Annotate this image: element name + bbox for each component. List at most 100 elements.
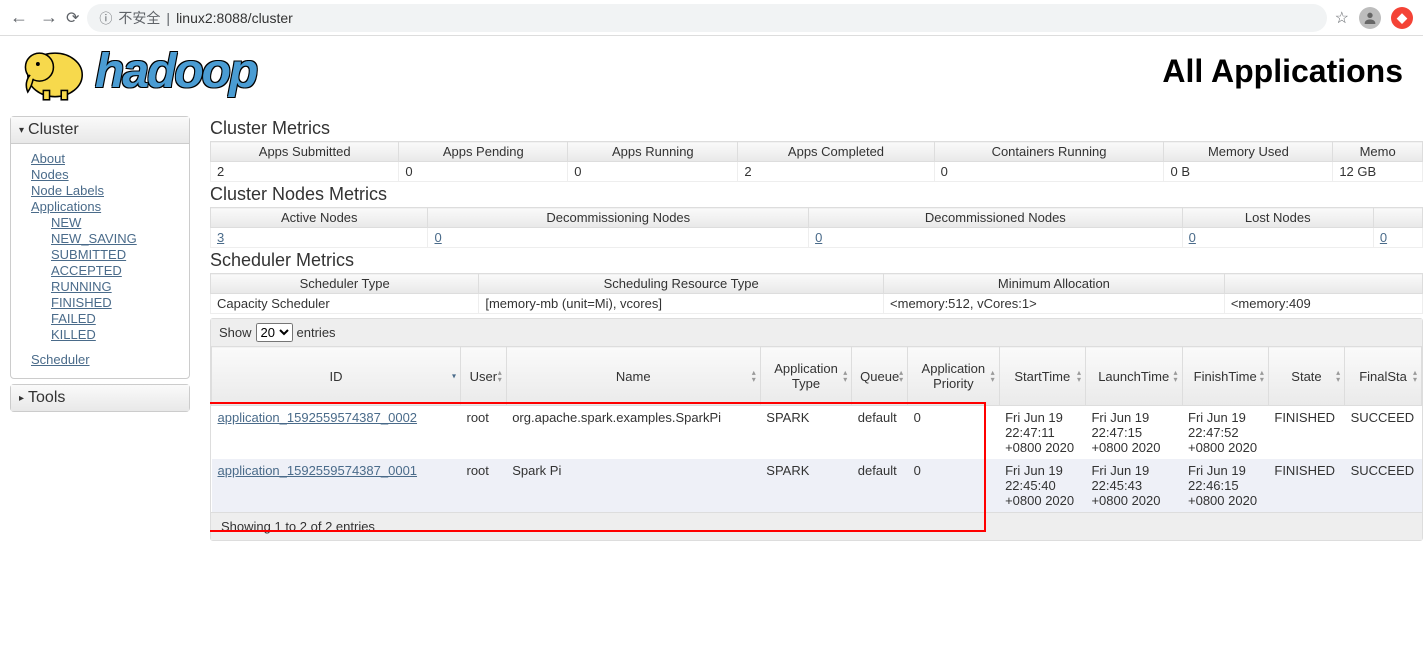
nav-applications[interactable]: Applications <box>31 199 179 214</box>
column-header[interactable]: StartTime▴▾ <box>999 347 1085 406</box>
page-header: hadoop All Applications <box>0 36 1423 111</box>
page-size-select[interactable]: 20 <box>256 323 293 342</box>
metrics-header: Apps Pending <box>399 142 568 162</box>
column-header[interactable]: Application Type▴▾ <box>760 347 851 406</box>
url-bar[interactable]: ⓘ 不安全 | linux2:8088/cluster <box>87 4 1326 32</box>
nav-killed[interactable]: KILLED <box>51 327 179 342</box>
applications-table: ID▾User▴▾Name▴▾Application Type▴▾Queue▴▾… <box>211 346 1422 512</box>
column-header[interactable]: User▴▾ <box>460 347 506 406</box>
profile-icon[interactable] <box>1359 7 1381 29</box>
url-separator: | <box>166 10 170 26</box>
table-cell: org.apache.spark.examples.SparkPi <box>506 406 760 460</box>
table-cell: default <box>852 459 908 512</box>
nodes-metrics-heading: Cluster Nodes Metrics <box>210 184 1423 205</box>
sort-icon: ▴▾ <box>899 369 903 383</box>
column-header[interactable]: Name▴▾ <box>506 347 760 406</box>
nav-node-labels[interactable]: Node Labels <box>31 183 179 198</box>
column-header[interactable]: Application Priority▴▾ <box>908 347 999 406</box>
sidebar: Cluster About Nodes Node Labels Applicat… <box>10 116 190 541</box>
nav-accepted[interactable]: ACCEPTED <box>51 263 179 278</box>
metrics-header: Minimum Allocation <box>884 274 1225 294</box>
metrics-header: Apps Submitted <box>211 142 399 162</box>
nav-new[interactable]: NEW <box>51 215 179 230</box>
metrics-cell: 0 <box>809 228 1183 248</box>
table-cell: 0 <box>908 406 999 460</box>
forward-button[interactable]: → <box>40 7 58 28</box>
table-cell: Fri Jun 19 22:46:15 +0800 2020 <box>1182 459 1268 512</box>
extension-icon[interactable]: ◆ <box>1391 7 1413 29</box>
metrics-cell: 12 GB <box>1333 162 1423 182</box>
entries-label: entries <box>297 325 336 340</box>
sort-icon: ▴▾ <box>1413 369 1417 383</box>
sort-icon: ▴▾ <box>991 369 995 383</box>
table-cell: SUCCEED <box>1345 406 1422 460</box>
metrics-cell: 2 <box>211 162 399 182</box>
sort-icon: ▴▾ <box>843 369 847 383</box>
table-cell: Fri Jun 19 22:45:43 +0800 2020 <box>1085 459 1182 512</box>
table-cell: application_1592559574387_0001 <box>212 459 461 512</box>
nav-failed[interactable]: FAILED <box>51 311 179 326</box>
table-cell: Fri Jun 19 22:47:52 +0800 2020 <box>1182 406 1268 460</box>
nav-finished[interactable]: FINISHED <box>51 295 179 310</box>
scheduler-metrics-heading: Scheduler Metrics <box>210 250 1423 271</box>
sort-icon: ▴▾ <box>1260 369 1264 383</box>
sort-icon: ▴▾ <box>1077 369 1081 383</box>
table-cell: root <box>460 459 506 512</box>
metrics-cell: 0 B <box>1164 162 1333 182</box>
nav-new-saving[interactable]: NEW_SAVING <box>51 231 179 246</box>
metrics-cell: Capacity Scheduler <box>211 294 479 314</box>
column-header[interactable]: FinishTime▴▾ <box>1182 347 1268 406</box>
metrics-link[interactable]: 0 <box>1380 230 1387 245</box>
table-cell: default <box>852 406 908 460</box>
metrics-link[interactable]: 3 <box>217 230 224 245</box>
insecure-label: 不安全 <box>118 8 160 28</box>
cluster-panel-header[interactable]: Cluster <box>11 117 189 144</box>
table-cell: SPARK <box>760 459 851 512</box>
show-label: Show <box>219 325 252 340</box>
table-cell: Fri Jun 19 22:47:15 +0800 2020 <box>1085 406 1182 460</box>
browser-chrome: ← → ⟳ ⓘ 不安全 | linux2:8088/cluster ☆ ◆ <box>0 0 1423 36</box>
elephant-icon <box>15 36 95 106</box>
metrics-header <box>1224 274 1422 294</box>
metrics-link[interactable]: 0 <box>815 230 822 245</box>
table-cell: 0 <box>908 459 999 512</box>
application-link[interactable]: application_1592559574387_0002 <box>218 410 418 425</box>
nav-submitted[interactable]: SUBMITTED <box>51 247 179 262</box>
hadoop-logo[interactable]: hadoop <box>15 36 256 106</box>
cluster-metrics-table: Apps SubmittedApps PendingApps RunningAp… <box>210 141 1423 182</box>
nav-running[interactable]: RUNNING <box>51 279 179 294</box>
metrics-link[interactable]: 0 <box>1189 230 1196 245</box>
nav-nodes[interactable]: Nodes <box>31 167 179 182</box>
metrics-cell: 0 <box>568 162 738 182</box>
table-cell: root <box>460 406 506 460</box>
column-header[interactable]: LaunchTime▴▾ <box>1085 347 1182 406</box>
datatable-info: Showing 1 to 2 of 2 entries <box>211 512 1422 540</box>
metrics-header: Memory Used <box>1164 142 1333 162</box>
reload-button[interactable]: ⟳ <box>66 8 79 28</box>
tools-panel: Tools <box>10 384 190 412</box>
metrics-link[interactable]: 0 <box>434 230 441 245</box>
scheduler-metrics-table: Scheduler TypeScheduling Resource TypeMi… <box>210 273 1423 314</box>
info-icon: ⓘ <box>99 8 112 27</box>
nav-scheduler[interactable]: Scheduler <box>31 352 179 367</box>
column-header[interactable]: Queue▴▾ <box>852 347 908 406</box>
metrics-cell: 0 <box>1373 228 1422 248</box>
metrics-cell: <memory:512, vCores:1> <box>884 294 1225 314</box>
table-cell: Fri Jun 19 22:45:40 +0800 2020 <box>999 459 1085 512</box>
metrics-header: Scheduling Resource Type <box>479 274 884 294</box>
metrics-header: Memo <box>1333 142 1423 162</box>
application-link[interactable]: application_1592559574387_0001 <box>218 463 418 478</box>
metrics-cell: [memory-mb (unit=Mi), vcores] <box>479 294 884 314</box>
column-header[interactable]: ID▾ <box>212 347 461 406</box>
tools-panel-header[interactable]: Tools <box>11 385 189 411</box>
table-row: application_1592559574387_0001 rootSpark … <box>212 459 1422 512</box>
bookmark-icon[interactable]: ☆ <box>1335 8 1349 28</box>
metrics-header: Containers Running <box>934 142 1164 162</box>
nav-about[interactable]: About <box>31 151 179 166</box>
metrics-header: Decommissioned Nodes <box>809 208 1183 228</box>
column-header[interactable]: FinalSta▴▾ <box>1345 347 1422 406</box>
column-header[interactable]: State▴▾ <box>1268 347 1344 406</box>
table-cell: Spark Pi <box>506 459 760 512</box>
sort-icon: ▴▾ <box>1173 369 1177 383</box>
back-button[interactable]: ← <box>10 7 28 28</box>
